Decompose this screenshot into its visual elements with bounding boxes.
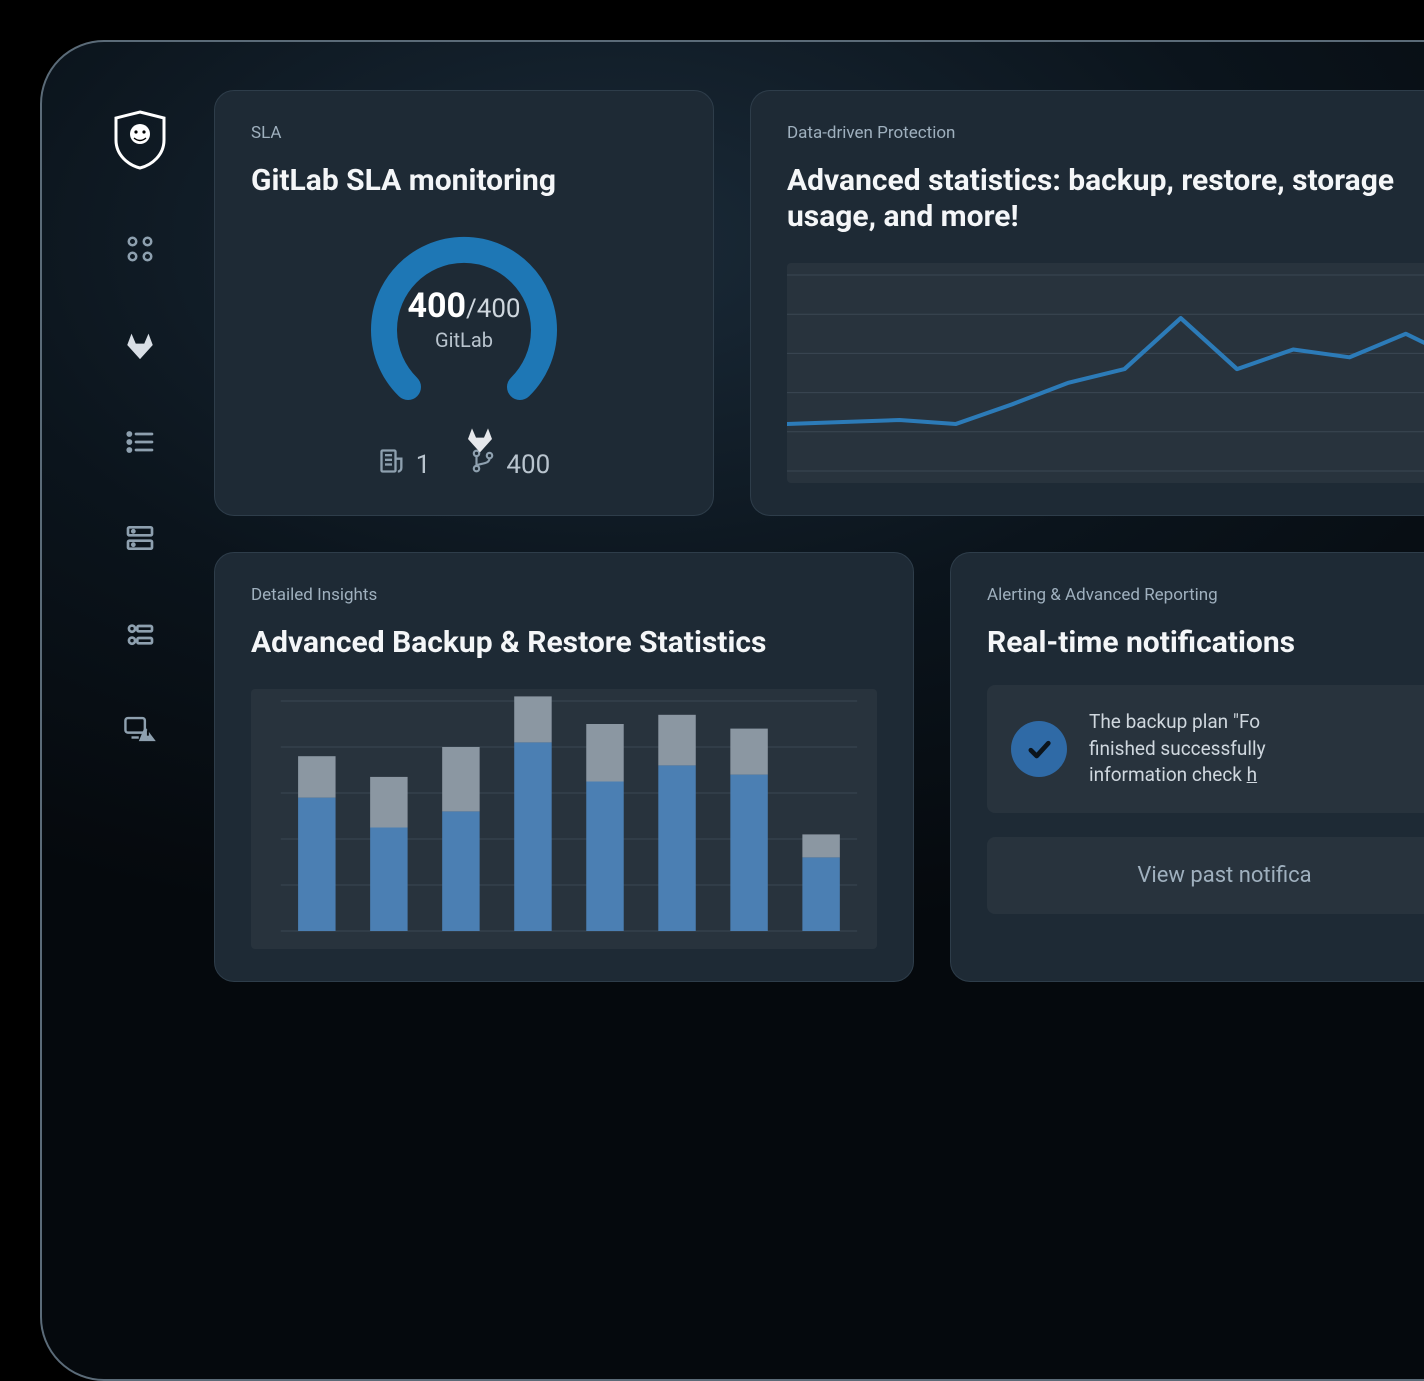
sla-label: GitLab	[435, 328, 493, 352]
main-content: SLA GitLab SLA monitoring 400 /	[190, 90, 1424, 1331]
protection-title: Advanced statistics: backup, restore, st…	[787, 163, 1424, 235]
nav-apps-icon[interactable]	[125, 234, 155, 264]
notification-text: The backup plan "Fo finished successfull…	[1089, 709, 1266, 789]
insights-card: Detailed Insights Advanced Backup & Rest…	[214, 552, 914, 982]
insights-title: Advanced Backup & Restore Statistics	[251, 625, 877, 661]
nav-plans-icon[interactable]	[124, 426, 156, 458]
nav-accounts-icon[interactable]	[124, 618, 156, 650]
nav-gitlab-icon[interactable]	[123, 328, 157, 362]
protection-card: Data-driven Protection Advanced statisti…	[750, 90, 1424, 516]
sla-count: 400 / 400	[407, 286, 520, 326]
sla-org-stat: 1	[378, 447, 431, 482]
notification-item[interactable]: The backup plan "Fo finished successfull…	[987, 685, 1424, 813]
protection-eyebrow: Data-driven Protection	[787, 123, 1424, 143]
alerts-eyebrow: Alerting & Advanced Reporting	[987, 585, 1424, 605]
alerts-title: Real-time notifications	[987, 625, 1424, 661]
sla-ring-gauge: 400 / 400 GitLab	[364, 219, 564, 419]
insights-eyebrow: Detailed Insights	[251, 585, 877, 605]
org-icon	[378, 447, 406, 482]
sla-title: GitLab SLA monitoring	[251, 163, 677, 199]
sla-card: SLA GitLab SLA monitoring 400 /	[214, 90, 714, 516]
sla-total: 400	[477, 294, 521, 324]
sla-eyebrow: SLA	[251, 123, 677, 143]
sla-completed: 400	[407, 286, 466, 326]
sla-org-count: 1	[416, 450, 431, 480]
sidebar	[90, 90, 190, 1331]
check-icon	[1011, 721, 1067, 777]
nav-alerts-icon[interactable]	[123, 714, 157, 744]
view-past-notifications-button[interactable]: View past notifica	[987, 837, 1424, 914]
insights-bar-chart	[251, 689, 877, 949]
protection-line-chart	[787, 263, 1424, 483]
sla-slash: /	[466, 294, 477, 324]
alerts-card: Alerting & Advanced Reporting Real-time …	[950, 552, 1424, 982]
sla-repo-count: 400	[506, 450, 550, 480]
brand-logo	[114, 110, 166, 170]
notification-link[interactable]: h	[1247, 763, 1257, 786]
nav-storage-icon[interactable]	[124, 522, 156, 554]
